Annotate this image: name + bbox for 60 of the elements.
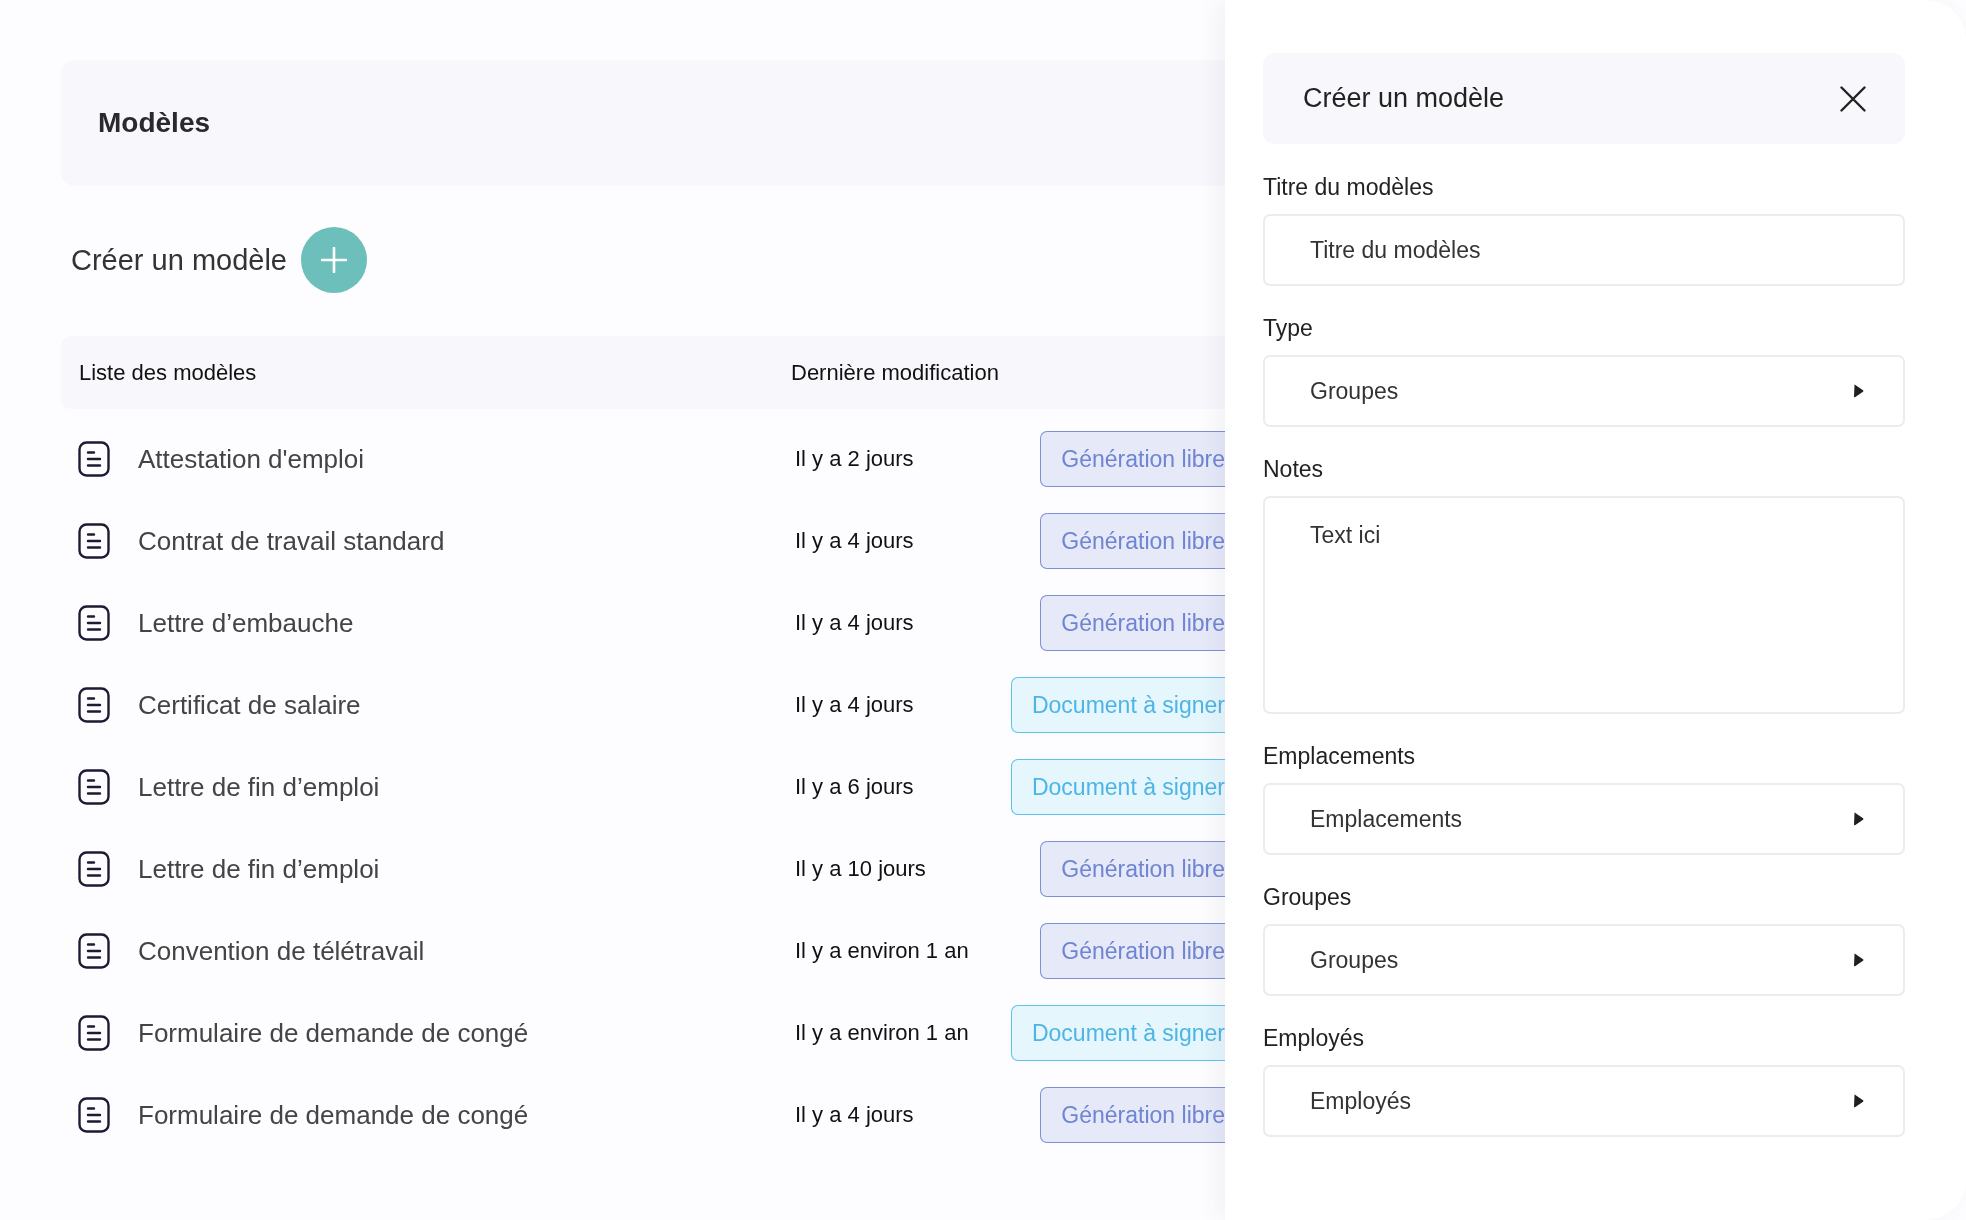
document-icon xyxy=(78,851,110,887)
template-name: Attestation d'emploi xyxy=(138,443,365,475)
caret-icon xyxy=(1853,812,1864,826)
template-name: Convention de télétravail xyxy=(138,935,425,967)
close-button[interactable] xyxy=(1840,85,1866,112)
field-label: Employés xyxy=(1263,1025,1364,1051)
type-tag: Génération libre xyxy=(1040,1087,1225,1143)
modified-date: Il y a 4 jours xyxy=(795,1102,914,1128)
document-icon xyxy=(78,1097,110,1133)
dropdown-field[interactable]: Employés xyxy=(1263,1065,1905,1137)
modified-date: Il y a 6 jours xyxy=(795,774,914,800)
field-label: Type xyxy=(1263,315,1313,341)
column-header: Liste des modèles xyxy=(79,359,257,386)
title-input[interactable]: Titre du modèles xyxy=(1263,214,1905,286)
field-label: Groupes xyxy=(1263,884,1352,910)
document-icon xyxy=(78,523,110,559)
document-icon xyxy=(78,441,110,477)
caret-icon xyxy=(1853,1094,1864,1108)
close-icon xyxy=(1840,85,1866,112)
type-tag: Document à signer xyxy=(1010,677,1225,733)
template-name: Contrat de travail standard xyxy=(138,525,445,557)
modified-date: Il y a 10 jours xyxy=(795,856,926,882)
dropdown-field[interactable]: Groupes xyxy=(1263,355,1905,427)
modified-date: Il y a 4 jours xyxy=(795,692,914,718)
caret-icon xyxy=(1853,384,1864,398)
type-tag: Génération libre xyxy=(1040,513,1225,569)
document-icon xyxy=(78,933,110,969)
modified-date: Il y a 4 jours xyxy=(795,528,914,554)
field-label: Notes xyxy=(1263,456,1324,482)
caret-icon xyxy=(1853,953,1864,967)
document-icon xyxy=(78,687,110,723)
page-title: Modèles xyxy=(98,107,211,139)
field-label: Emplacements xyxy=(1263,743,1416,769)
document-icon xyxy=(78,605,110,641)
template-name: Certificat de salaire xyxy=(138,689,361,721)
create-template-label: Créer un modèle xyxy=(71,243,287,277)
type-tag: Génération libre xyxy=(1040,841,1225,897)
document-icon xyxy=(78,1015,110,1051)
type-tag: Génération libre xyxy=(1040,431,1225,487)
template-name: Formulaire de demande de congé xyxy=(138,1099,529,1131)
template-name: Lettre d’embauche xyxy=(138,607,354,639)
dropdown-field[interactable]: Groupes xyxy=(1263,924,1905,996)
type-tag: Génération libre xyxy=(1040,923,1225,979)
panel-title: Créer un modèle xyxy=(1303,83,1505,114)
plus-icon xyxy=(321,247,347,273)
modified-date: Il y a environ 1 an xyxy=(795,1020,969,1046)
template-name: Lettre de fin d’emploi xyxy=(138,771,380,803)
notes-textarea[interactable]: Text ici xyxy=(1263,496,1905,714)
type-tag: Document à signer xyxy=(1010,759,1225,815)
modified-date: Il y a 2 jours xyxy=(795,446,914,472)
template-name: Formulaire de demande de congé xyxy=(138,1017,529,1049)
modified-date: Il y a environ 1 an xyxy=(795,938,969,964)
modified-date: Il y a 4 jours xyxy=(795,610,914,636)
dropdown-field[interactable]: Emplacements xyxy=(1263,783,1905,855)
template-name: Lettre de fin d’emploi xyxy=(138,853,380,885)
type-tag: Génération libre xyxy=(1040,595,1225,651)
column-header: Dernière modification xyxy=(791,359,999,386)
type-tag: Document à signer xyxy=(1010,1005,1225,1061)
field-label: Titre du modèles xyxy=(1263,174,1434,200)
document-icon xyxy=(78,769,110,805)
